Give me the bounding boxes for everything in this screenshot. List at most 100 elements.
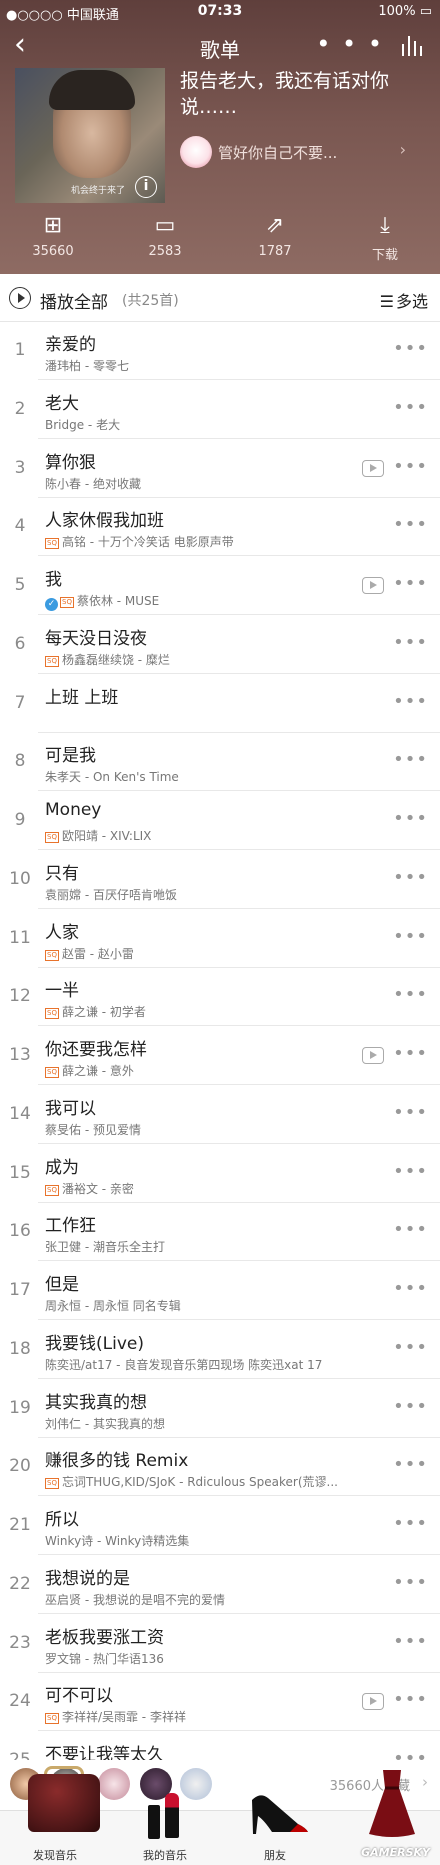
mv-icon[interactable]	[362, 1047, 384, 1064]
song-more-icon[interactable]: •••	[393, 984, 428, 1005]
song-row[interactable]: 21 所以 Winky诗 - Winky诗精选集 •••	[0, 1497, 440, 1555]
song-title: 所以	[45, 1510, 79, 1530]
song-more-icon[interactable]: •••	[393, 1278, 428, 1299]
song-artist-album: 蔡依林 - MUSE	[76, 594, 160, 608]
song-row[interactable]: 7 上班 上班 •••	[0, 675, 440, 733]
more-options-icon[interactable]: • • •	[316, 30, 384, 58]
song-more-icon[interactable]: •••	[393, 1396, 428, 1417]
cover-hair	[49, 70, 135, 110]
song-more-icon[interactable]: •••	[393, 926, 428, 947]
song-index: 11	[9, 927, 31, 948]
song-row[interactable]: 6 每天没日没夜 SQ 杨鑫磊继续饶 - 糜烂 •••	[0, 616, 440, 674]
song-row[interactable]: 9 Money SQ 欧阳靖 - XIV:LIX •••	[0, 792, 440, 850]
song-index: 3	[14, 457, 26, 478]
song-title: Money	[45, 800, 102, 820]
song-more-icon[interactable]: •••	[393, 456, 428, 477]
song-subtitle: 巫启贤 - 我想说的是唱不完的爱情	[45, 1591, 225, 1608]
sq-badge-icon: SQ	[45, 949, 59, 961]
song-more-icon[interactable]: •••	[393, 1161, 428, 1182]
download-label: 下载	[371, 248, 398, 263]
song-row[interactable]: 14 我可以 蔡旻佑 - 预见爱情 •••	[0, 1086, 440, 1144]
collector-avatar[interactable]	[98, 1768, 130, 1800]
song-row[interactable]: 3 算你狠 陈小春 - 绝对收藏 •••	[0, 440, 440, 498]
song-row[interactable]: 23 老板我要涨工资 罗文锦 - 热门华语136 •••	[0, 1615, 440, 1673]
song-row[interactable]: 11 人家 SQ 赵雷 - 赵小雷 •••	[0, 910, 440, 968]
song-row[interactable]: 1 亲爱的 潘玮柏 - 零零七 •••	[0, 322, 440, 380]
song-row[interactable]: 12 一半 SQ 薛之谦 - 初学者 •••	[0, 968, 440, 1027]
lipstick-sticker	[165, 1793, 179, 1838]
song-row[interactable]: 24 可不可以 SQ 李祥祥/吴雨霏 - 李祥祥 •••	[0, 1673, 440, 1732]
download-button[interactable]: ⤓ 下载	[340, 210, 430, 263]
play-all-icon[interactable]	[9, 287, 31, 309]
song-more-icon[interactable]: •••	[393, 1102, 428, 1123]
collect-button[interactable]: ⊞ 35660	[8, 210, 98, 259]
song-index: 8	[14, 751, 26, 772]
song-more-icon[interactable]: •••	[393, 397, 428, 418]
song-row[interactable]: 10 只有 袁丽嫦 - 百厌仔唔肯咃饭 •••	[0, 851, 440, 909]
now-playing-icon[interactable]	[400, 32, 426, 58]
song-more-icon[interactable]: •••	[393, 1631, 428, 1652]
song-title: 算你狠	[45, 452, 96, 473]
battery-icon: ▭	[419, 4, 432, 19]
song-index: 16	[9, 1221, 31, 1242]
song-title: 人家	[45, 922, 79, 943]
comment-button[interactable]: ▭ 2583	[120, 210, 210, 259]
song-row[interactable]: 15 成为 SQ 潘裕文 - 亲密 •••	[0, 1145, 440, 1203]
song-subtitle: 陈奕迅/at17 - 良音发现音乐第四现场 陈奕迅xat 17	[45, 1356, 322, 1373]
verified-icon: ✓	[45, 598, 58, 611]
creator-avatar[interactable]	[180, 136, 212, 168]
song-row[interactable]: 19 其实我真的想 刘伟仁 - 其实我真的想 •••	[0, 1380, 440, 1438]
song-row[interactable]: 2 老大 Bridge - 老大 •••	[0, 381, 440, 439]
song-index: 18	[9, 1338, 31, 1359]
song-row[interactable]: 13 你还要我怎样 SQ 薛之谦 - 意外 •••	[0, 1027, 440, 1085]
song-index: 19	[9, 1397, 31, 1418]
song-subtitle: SQ 薛之谦 - 意外	[45, 1062, 134, 1079]
sq-badge-icon: SQ	[45, 1713, 59, 1725]
tab-label: 朋友	[264, 1849, 286, 1862]
song-title: 一半	[45, 981, 79, 1002]
song-subtitle: Bridge - 老大	[45, 416, 120, 433]
song-index: 12	[9, 986, 31, 1007]
song-more-icon[interactable]: •••	[393, 1572, 428, 1593]
song-row[interactable]: 5 我 ✓ SQ 蔡依林 - MUSE •••	[0, 557, 440, 615]
song-row[interactable]: 8 可是我 朱孝天 - On Ken's Time •••	[0, 733, 440, 792]
song-more-icon[interactable]: •••	[393, 867, 428, 888]
mv-icon[interactable]	[362, 459, 384, 477]
song-more-icon[interactable]: •••	[393, 1454, 428, 1475]
share-button[interactable]: ⇗ 1787	[230, 210, 320, 259]
song-index: 7	[14, 692, 26, 713]
multi-select-label: 多选	[395, 292, 428, 311]
song-more-icon[interactable]: •••	[393, 1689, 428, 1710]
song-more-icon[interactable]: •••	[393, 1513, 428, 1534]
song-more-icon[interactable]: •••	[393, 573, 428, 594]
song-row[interactable]: 17 但是 周永恒 - 周永恒 同名专辑 •••	[0, 1262, 440, 1320]
collector-avatar[interactable]	[180, 1768, 212, 1800]
song-row[interactable]: 22 我想说的是 巫启贤 - 我想说的是唱不完的爱情 •••	[0, 1556, 440, 1614]
sq-badge-icon: SQ	[45, 1008, 59, 1020]
song-index: 14	[9, 1103, 31, 1124]
cover-caption: 机会终于来了	[71, 186, 126, 196]
info-icon[interactable]: i	[135, 176, 157, 198]
mv-icon[interactable]	[362, 1693, 384, 1711]
song-row[interactable]: 4 人家休假我加班 SQ 高铭 - 十万个冷笑话 电影原声带 •••	[0, 498, 440, 557]
song-row[interactable]: 16 工作狂 张卫健 - 潮音乐全主打 •••	[0, 1203, 440, 1262]
mv-icon[interactable]	[362, 577, 384, 594]
playlist-cover[interactable]: 机会终于来了 i	[15, 68, 165, 203]
song-more-icon[interactable]: •••	[393, 632, 428, 653]
song-more-icon[interactable]: •••	[393, 338, 428, 359]
song-more-icon[interactable]: •••	[393, 808, 428, 829]
song-more-icon[interactable]: •••	[393, 749, 428, 770]
song-more-icon[interactable]: •••	[393, 1219, 428, 1240]
song-more-icon[interactable]: •••	[393, 1337, 428, 1358]
song-more-icon[interactable]: •••	[393, 514, 428, 535]
creator-row[interactable]: 管好你自己不要... ›	[180, 132, 430, 172]
song-row[interactable]: 20 赚很多的钱 Remix SQ 忘词THUG,KID/SJoK - Rdiculo…	[0, 1438, 440, 1497]
song-artist-album: 刘伟仁 - 其实我真的想	[45, 1416, 165, 1431]
song-more-icon[interactable]: •••	[393, 691, 428, 712]
song-artist-album: 薛之谦 - 意外	[61, 1064, 134, 1078]
song-more-icon[interactable]: •••	[393, 1043, 428, 1064]
song-artist-album: 高铭 - 十万个冷笑话 电影原声带	[61, 535, 234, 550]
song-row[interactable]: 18 我要钱(Live) 陈奕迅/at17 - 良音发现音乐第四现场 陈奕迅xat …	[0, 1321, 440, 1379]
multi-select-button[interactable]: ☰ 多选	[380, 288, 428, 312]
play-all-button[interactable]: 播放全部	[40, 288, 108, 313]
